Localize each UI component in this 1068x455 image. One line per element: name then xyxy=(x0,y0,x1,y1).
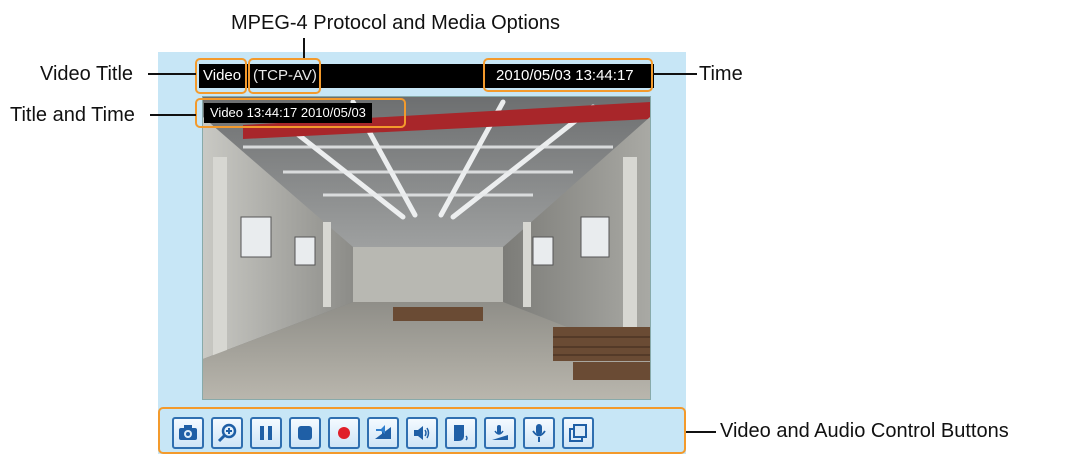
callout-line-protocol-v xyxy=(303,38,305,58)
mic-button[interactable] xyxy=(523,417,555,449)
camera-icon xyxy=(179,425,197,440)
mic-volume-button[interactable] xyxy=(484,417,516,449)
zoom-in-icon xyxy=(217,423,237,443)
highlight-time xyxy=(483,58,653,92)
mute-button[interactable] xyxy=(406,417,438,449)
speaker-icon xyxy=(414,426,430,440)
record-icon xyxy=(338,427,350,439)
talk-button[interactable] xyxy=(445,417,477,449)
live-video-stream[interactable] xyxy=(202,96,651,400)
stop-button[interactable] xyxy=(289,417,321,449)
volume-button[interactable] xyxy=(367,417,399,449)
talk-icon xyxy=(454,425,468,441)
callout-line-video-title xyxy=(148,73,196,75)
callout-video-title-label: Video Title xyxy=(40,63,134,85)
callout-line-controls xyxy=(686,431,716,433)
stop-icon xyxy=(298,426,312,440)
snapshot-button[interactable] xyxy=(172,417,204,449)
factory-scene-image xyxy=(203,97,650,399)
callout-title-time-label: Title and Time xyxy=(10,104,135,126)
callout-controls-label: Video and Audio Control Buttons xyxy=(720,420,1009,442)
callout-time-label: Time xyxy=(699,63,743,85)
callout-line-time xyxy=(653,73,697,75)
pause-icon xyxy=(260,426,272,440)
control-bar xyxy=(172,413,594,453)
highlight-video-title xyxy=(195,58,247,94)
callout-protocol-label: MPEG-4 Protocol and Media Options xyxy=(231,12,561,34)
record-button[interactable] xyxy=(328,417,360,449)
highlight-protocol xyxy=(248,58,321,94)
digital-zoom-button[interactable] xyxy=(211,417,243,449)
highlight-title-time xyxy=(195,98,406,128)
fullscreen-icon xyxy=(569,424,587,442)
callout-line-title-time xyxy=(150,114,196,116)
fullscreen-button[interactable] xyxy=(562,417,594,449)
mic-volume-icon xyxy=(492,425,508,440)
volume-icon xyxy=(375,425,391,439)
pause-button[interactable] xyxy=(250,417,282,449)
microphone-icon xyxy=(532,424,546,442)
